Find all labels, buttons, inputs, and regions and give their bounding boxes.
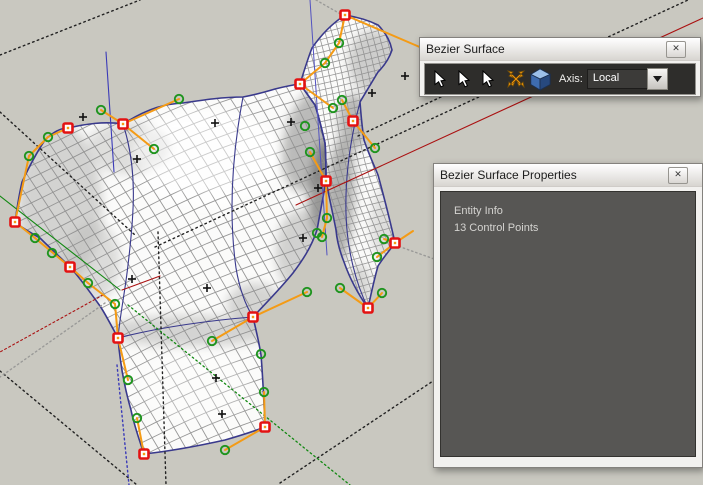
control-point-vertex bbox=[122, 123, 124, 125]
control-point-vertex bbox=[67, 127, 69, 129]
select-tool-button-3[interactable] bbox=[476, 66, 500, 93]
toolbar-body: Axis: Local bbox=[424, 63, 696, 95]
move-control-point-button[interactable] bbox=[504, 66, 528, 93]
chevron-down-icon bbox=[653, 76, 662, 82]
control-point-vertex bbox=[344, 14, 346, 16]
bezier-patch-button[interactable] bbox=[528, 66, 552, 93]
properties-titlebar[interactable]: Bezier Surface Properties ✕ bbox=[434, 164, 702, 187]
close-icon[interactable]: ✕ bbox=[668, 167, 688, 184]
toolbar-titlebar[interactable]: Bezier Surface ✕ bbox=[420, 38, 700, 61]
cursor-icon bbox=[457, 70, 471, 88]
axis-dropdown[interactable]: Local bbox=[587, 69, 647, 89]
bezier-surface-toolbar[interactable]: Bezier Surface ✕ bbox=[419, 37, 701, 97]
toolbar-title: Bezier Surface bbox=[426, 42, 505, 56]
close-icon[interactable]: ✕ bbox=[666, 41, 686, 58]
control-point-vertex bbox=[352, 120, 354, 122]
select-tool-button-2[interactable] bbox=[452, 66, 476, 93]
entity-info-label: Entity Info bbox=[454, 203, 682, 220]
properties-title: Bezier Surface Properties bbox=[440, 168, 577, 182]
select-tool-button-1[interactable] bbox=[428, 66, 452, 93]
control-point-vertex bbox=[252, 316, 254, 318]
control-point-vertex bbox=[264, 426, 266, 428]
control-point-vertex bbox=[14, 221, 16, 223]
blue-cube-icon bbox=[528, 66, 552, 92]
move-axes-icon bbox=[504, 67, 528, 91]
control-point-vertex bbox=[367, 307, 369, 309]
cursor-icon bbox=[433, 70, 447, 88]
control-point-vertex bbox=[69, 266, 71, 268]
axis-label: Axis: bbox=[559, 73, 583, 85]
control-point-vertex bbox=[143, 453, 145, 455]
control-point-vertex bbox=[394, 242, 396, 244]
control-point-vertex bbox=[117, 337, 119, 339]
control-points-count: 13 Control Points bbox=[454, 220, 682, 237]
control-point-vertex bbox=[325, 180, 327, 182]
cursor-icon bbox=[481, 70, 495, 88]
control-point-vertex bbox=[299, 83, 301, 85]
properties-body: Entity Info 13 Control Points bbox=[440, 191, 696, 457]
bezier-surface-properties-dialog[interactable]: Bezier Surface Properties ✕ Entity Info … bbox=[433, 163, 703, 468]
axis-dropdown-button[interactable] bbox=[647, 68, 668, 90]
sketchup-viewport: { "toolbar": { "title": "Bezier Surface"… bbox=[0, 0, 703, 485]
